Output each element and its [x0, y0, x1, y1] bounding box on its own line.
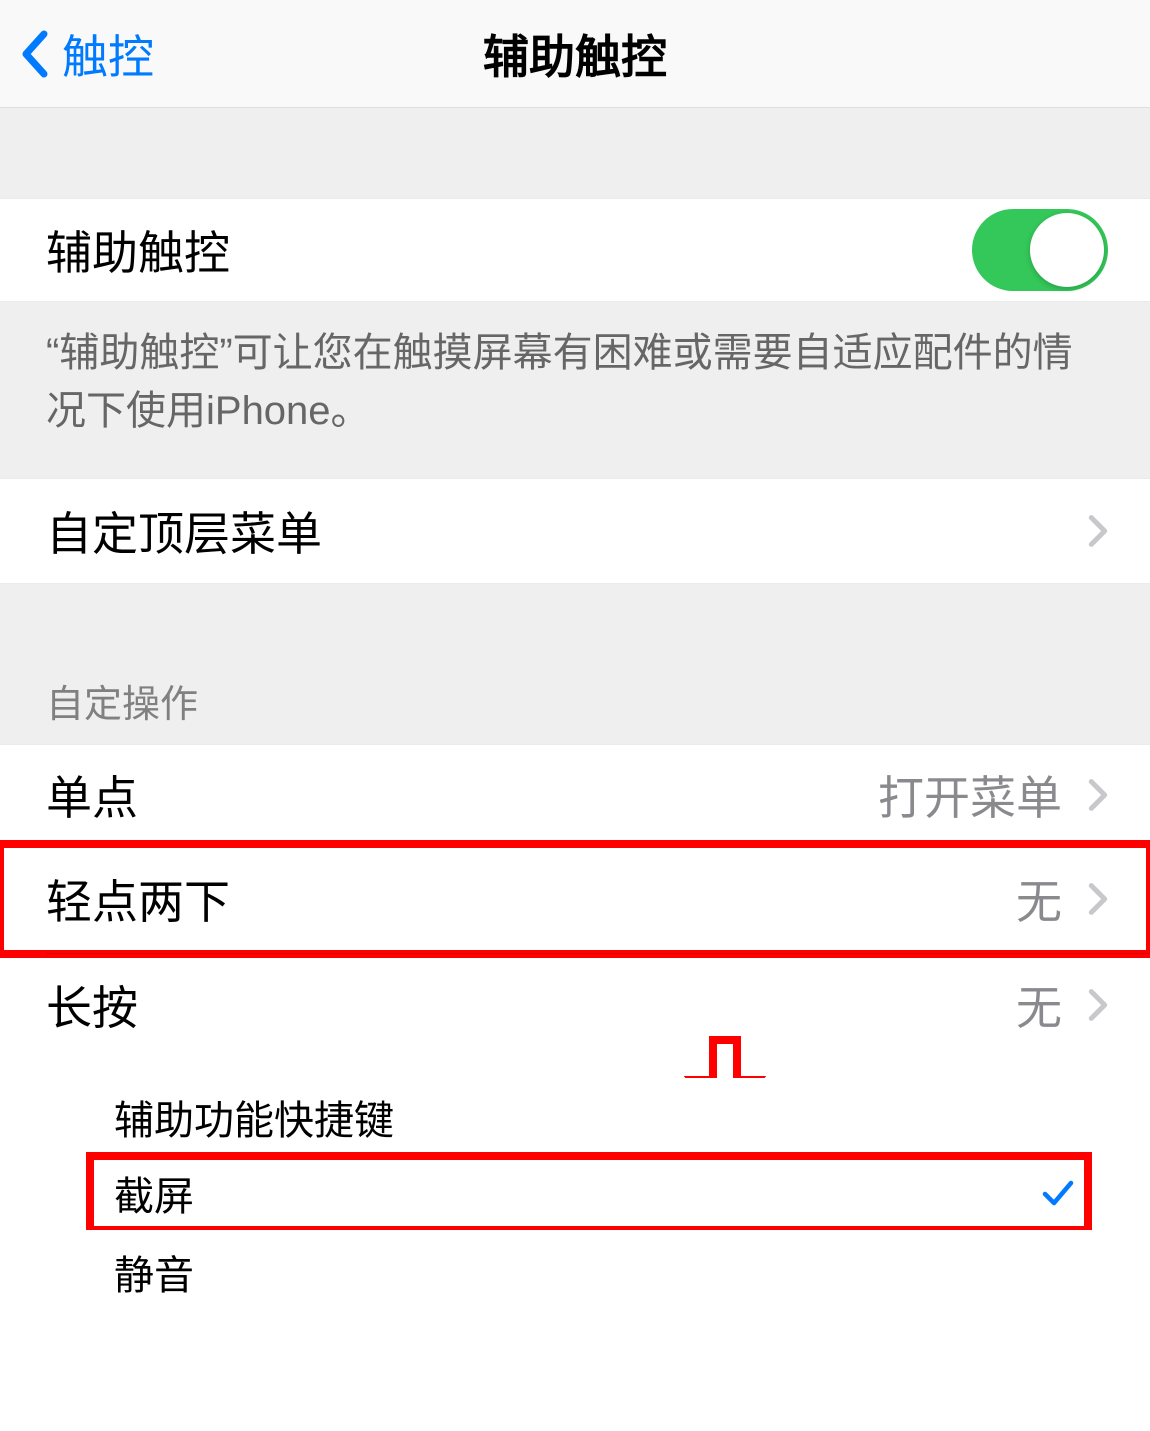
arrow-annotation — [0, 1056, 1150, 1060]
double-tap-value: 无 — [1016, 866, 1062, 932]
screenshot-row[interactable]: 截屏 — [90, 1156, 1088, 1230]
long-press-row[interactable]: 长按 无 — [0, 954, 1150, 1056]
double-tap-label: 轻点两下 — [46, 866, 1016, 932]
screenshot-label: 截屏 — [114, 1164, 1040, 1222]
single-tap-value: 打开菜单 — [878, 762, 1062, 828]
section-spacer — [0, 108, 1150, 198]
custom-actions-section-header: 自定操作 — [0, 584, 1150, 744]
customize-top-menu-label: 自定顶层菜单 — [46, 498, 1088, 564]
navigation-bar: 触控 辅助触控 — [0, 0, 1150, 108]
chevron-right-icon — [1088, 988, 1108, 1022]
checkmark-icon — [1040, 1175, 1076, 1211]
submenu: 辅助功能快捷键 截屏 静音 — [0, 1060, 1150, 1308]
long-press-label: 长按 — [46, 972, 1016, 1038]
toggle-switch[interactable] — [972, 209, 1108, 291]
chevron-left-icon — [20, 30, 48, 78]
accessibility-shortcut-label: 辅助功能快捷键 — [114, 1088, 1080, 1146]
chevron-right-icon — [1088, 514, 1108, 548]
single-tap-row[interactable]: 单点 打开菜单 — [0, 744, 1150, 844]
back-button[interactable]: 触控 — [0, 21, 154, 87]
mute-label: 静音 — [114, 1243, 1080, 1301]
double-tap-row[interactable]: 轻点两下 无 — [0, 844, 1150, 954]
toggle-label: 辅助触控 — [46, 217, 972, 283]
long-press-value: 无 — [1016, 972, 1062, 1038]
accessibility-shortcut-row[interactable]: 辅助功能快捷键 — [0, 1078, 1150, 1156]
chevron-right-icon — [1088, 882, 1108, 916]
customize-top-menu-row[interactable]: 自定顶层菜单 — [0, 478, 1150, 584]
assistive-touch-toggle-row[interactable]: 辅助触控 — [0, 198, 1150, 302]
toggle-thumb — [1030, 213, 1104, 287]
back-label: 触控 — [62, 21, 154, 87]
single-tap-label: 单点 — [46, 762, 878, 828]
chevron-right-icon — [1088, 778, 1108, 812]
mute-row[interactable]: 静音 — [0, 1230, 1150, 1308]
page-title: 辅助触控 — [483, 21, 667, 87]
custom-actions-group: 单点 打开菜单 轻点两下 无 长按 无 — [0, 744, 1150, 1056]
toggle-footer-text: “辅助触控”可让您在触摸屏幕有困难或需要自适应配件的情况下使用iPhone。 — [0, 302, 1150, 478]
section-header-text: 自定操作 — [46, 673, 198, 728]
